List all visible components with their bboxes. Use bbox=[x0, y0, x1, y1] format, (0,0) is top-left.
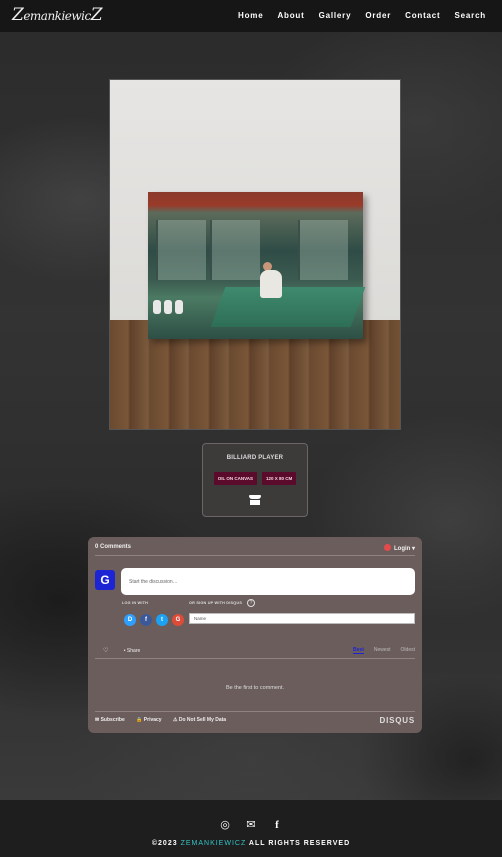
nav-about[interactable]: About bbox=[277, 11, 304, 20]
comment-input[interactable]: Start the discussion… bbox=[121, 568, 415, 595]
social-links: ◎ ✉ f bbox=[0, 819, 502, 832]
painting-canvas bbox=[148, 192, 366, 339]
heart-icon[interactable]: ♡ bbox=[103, 647, 108, 654]
sort-options: Best Newest Oldest bbox=[353, 647, 415, 654]
divider bbox=[95, 658, 415, 659]
comments-header: 0 Comments Login ▾ bbox=[95, 544, 415, 556]
artwork-tags: OIL ON CANVAS 120 X 80 CM bbox=[203, 472, 307, 485]
disqus-footer: ✉ Subscribe 🔒 Privacy ⚠ Do Not Sell My D… bbox=[95, 711, 415, 725]
help-icon[interactable]: ? bbox=[247, 599, 255, 607]
artwork-photo[interactable] bbox=[109, 79, 401, 430]
comment-actions: ♡ • Share bbox=[103, 647, 140, 654]
disqus-login-icon[interactable]: D bbox=[124, 614, 136, 626]
mail-icon[interactable]: ✉ bbox=[245, 819, 257, 831]
nav-gallery[interactable]: Gallery bbox=[319, 11, 352, 20]
artwork-info-card: BILLIARD PLAYER OIL ON CANVAS 120 X 80 C… bbox=[202, 443, 308, 517]
billiard-table bbox=[210, 287, 366, 327]
sort-best[interactable]: Best bbox=[353, 647, 364, 654]
artwork-title: BILLIARD PLAYER bbox=[226, 455, 284, 461]
empty-message: Be the first to comment. bbox=[225, 685, 285, 691]
login-button[interactable]: Login ▾ bbox=[383, 544, 415, 552]
tag-size: 120 X 80 CM bbox=[262, 472, 297, 485]
login-user-icon bbox=[383, 544, 391, 551]
nav-order[interactable]: Order bbox=[365, 11, 391, 20]
logo-text: emankiewic bbox=[23, 9, 91, 23]
main-nav: Home About Gallery Order Contact Search bbox=[238, 11, 486, 20]
name-field[interactable]: Name bbox=[189, 613, 415, 624]
copyright: ©2023 ZEMANKIEWICZ ALL RIGHTS RESERVED bbox=[151, 840, 351, 847]
twitter-login-icon[interactable]: t bbox=[156, 614, 168, 626]
do-not-sell-link[interactable]: ⚠ Do Not Sell My Data bbox=[173, 717, 226, 723]
facebook-icon[interactable]: f bbox=[271, 819, 283, 831]
comment-count: 0 Comments bbox=[95, 544, 132, 550]
nav-home[interactable]: Home bbox=[238, 11, 263, 20]
subscribe-link[interactable]: ✉ Subscribe bbox=[95, 717, 125, 723]
signup-label: OR SIGN UP WITH DISQUS bbox=[189, 601, 243, 605]
disqus-logo[interactable]: DISQUS bbox=[380, 716, 415, 725]
nav-contact[interactable]: Contact bbox=[405, 11, 440, 20]
disqus-comments: 0 Comments Login ▾ G Start the discussio… bbox=[88, 537, 422, 733]
sort-newest[interactable]: Newest bbox=[374, 647, 391, 654]
nav-search[interactable]: Search bbox=[455, 11, 486, 20]
site-logo[interactable]: ZemankiewicZ bbox=[12, 5, 103, 25]
billiard-player-figure bbox=[260, 270, 282, 298]
login-with-label: LOG IN WITH bbox=[122, 601, 149, 605]
copyright-brand[interactable]: ZEMANKIEWICZ bbox=[181, 840, 247, 847]
facebook-login-icon[interactable]: f bbox=[140, 614, 152, 626]
privacy-link[interactable]: 🔒 Privacy bbox=[136, 717, 161, 723]
instagram-icon[interactable]: ◎ bbox=[219, 819, 231, 831]
social-login: D f t G bbox=[124, 614, 184, 626]
sort-oldest[interactable]: Oldest bbox=[401, 647, 415, 654]
site-footer: ◎ ✉ f ©2023 ZEMANKIEWICZ ALL RIGHTS RESE… bbox=[0, 800, 502, 857]
google-login-icon[interactable]: G bbox=[172, 614, 184, 626]
site-header: ZemankiewicZ Home About Gallery Order Co… bbox=[0, 0, 502, 32]
shop-icon[interactable] bbox=[249, 495, 261, 505]
share-button[interactable]: • Share bbox=[124, 648, 140, 654]
user-avatar: G bbox=[95, 570, 115, 590]
tag-medium: OIL ON CANVAS bbox=[213, 472, 258, 485]
